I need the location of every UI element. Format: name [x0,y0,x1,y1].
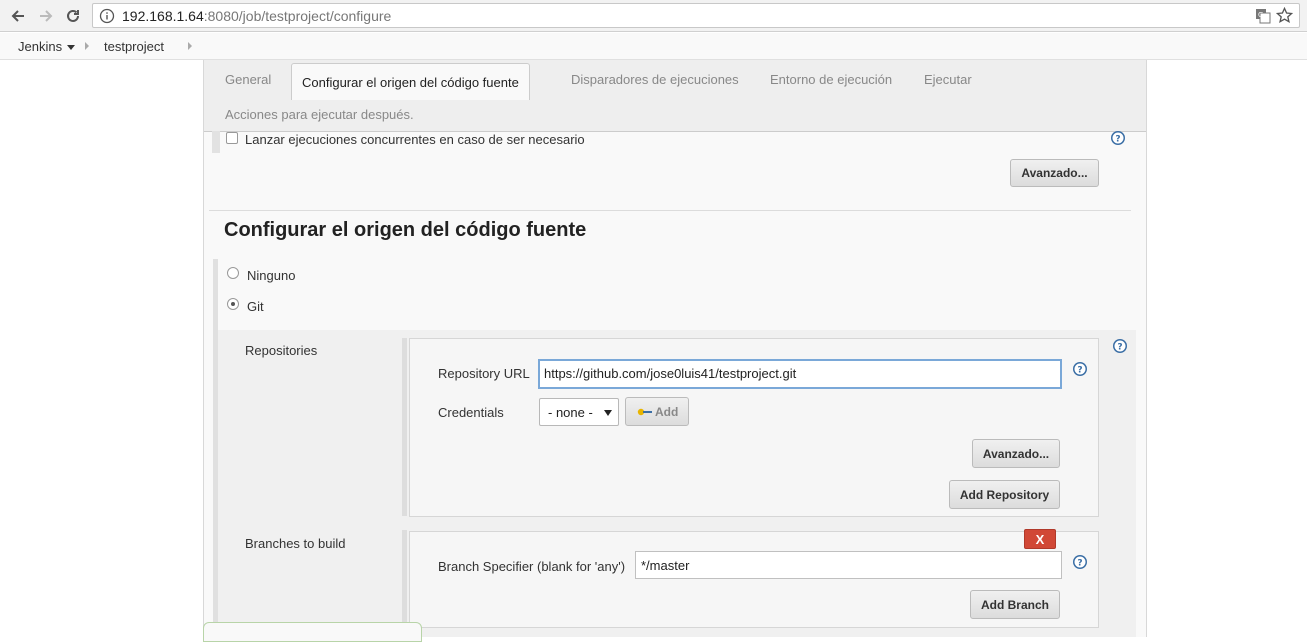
url-host: 192.168.1.64 [122,8,204,24]
credentials-label: Credentials [438,405,504,420]
forward-button[interactable] [35,5,57,27]
option-indent-bar [212,131,220,153]
repositories-label: Repositories [245,343,318,358]
config-tabbar: General Configurar el origen del código … [204,60,1146,132]
chevron-down-icon [604,410,612,416]
help-icon[interactable]: ? [1072,554,1088,570]
breadcrumb-testproject[interactable]: testproject [104,39,164,54]
config-panel: General Configurar el origen del código … [203,60,1147,637]
tab-triggers[interactable]: Disparadores de ejecuciones [571,72,739,87]
help-icon[interactable]: ? [1110,130,1126,146]
browser-toolbar: 192.168.1.64:8080/job/testproject/config… [0,0,1307,32]
svg-text:?: ? [1117,343,1122,353]
repository-advanced-button[interactable]: Avanzado... [972,439,1060,468]
star-icon[interactable] [1276,7,1293,24]
branch-specifier-label: Branch Specifier (blank for 'any') [438,559,626,574]
section-divider [209,210,1131,211]
url-path: :8080/job/testproject/configure [203,8,392,24]
general-advanced-button[interactable]: Avanzado... [1010,159,1099,187]
tab-general[interactable]: General [225,72,271,87]
concurrent-builds-checkbox[interactable] [226,132,238,144]
bottom-panel-edge [203,622,422,642]
credentials-select[interactable]: - none - [539,398,619,426]
scm-git-label: Git [247,299,264,314]
back-button[interactable] [7,5,29,27]
arrow-right-icon [40,10,53,22]
concurrent-builds-label: Lanzar ejecuciones concurrentes en caso … [245,132,585,147]
breadcrumb-jenkins[interactable]: Jenkins [18,39,62,54]
key-icon [637,408,652,415]
tab-environment[interactable]: Entorno de ejecución [770,72,892,87]
breadcrumb: Jenkins testproject [0,33,1307,60]
add-credentials-button[interactable]: Add [625,397,689,426]
svg-text:G: G [1258,11,1263,19]
scm-none-label: Ninguno [247,268,296,283]
chevron-down-icon[interactable] [67,45,75,50]
tab-scm[interactable]: Configurar el origen del código fuente [291,63,530,100]
help-icon[interactable]: ? [1112,338,1128,354]
reload-icon [67,9,79,22]
help-icon[interactable]: ? [1072,361,1088,377]
repository-box: Repository URL https://github.com/jose0l… [409,338,1099,517]
scm-none-radio[interactable] [227,267,239,279]
credentials-selected-value: - none - [548,405,593,420]
svg-text:?: ? [1077,559,1082,569]
translate-icon[interactable]: G [1255,8,1271,24]
branch-box: X Branch Specifier (blank for 'any') */m… [409,529,1099,628]
branch-specifier-input[interactable]: */master [635,551,1062,579]
add-credentials-label: Add [655,404,679,419]
svg-text:?: ? [1077,366,1082,376]
reload-button[interactable] [62,5,84,27]
repository-url-label: Repository URL [438,366,530,381]
address-bar[interactable]: 192.168.1.64:8080/job/testproject/config… [92,3,1300,28]
branches-label: Branches to build [245,536,346,551]
git-config-area: Repositories Repository URL https://gith… [218,330,1136,637]
url-text: 192.168.1.64:8080/job/testproject/config… [122,8,391,24]
tab-build[interactable]: Ejecutar [924,72,972,87]
arrow-left-icon [11,10,24,22]
breadcrumb-separator-icon [85,42,89,50]
scm-git-radio[interactable] [227,298,239,310]
delete-branch-button[interactable]: X [1024,529,1056,549]
add-repository-button[interactable]: Add Repository [949,480,1060,509]
repositories-indent-bar [402,338,407,516]
scm-section-title: Configurar el origen del código fuente [224,219,587,241]
add-branch-button[interactable]: Add Branch [970,590,1060,619]
tab-post-build[interactable]: Acciones para ejecutar después. [225,107,414,122]
repository-url-input[interactable]: https://github.com/jose0luis41/testproje… [538,359,1062,389]
svg-text:?: ? [1115,135,1120,145]
info-icon[interactable] [99,8,115,24]
breadcrumb-separator-icon [188,42,192,50]
branches-indent-bar [402,530,407,628]
